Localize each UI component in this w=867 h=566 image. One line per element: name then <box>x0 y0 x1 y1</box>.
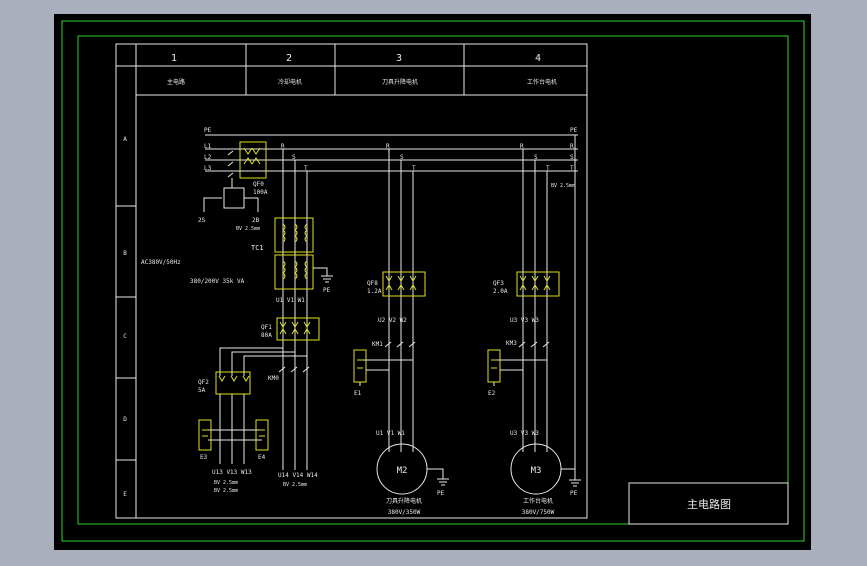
column-title: 冷却电机 <box>278 78 302 86</box>
column-title: 刀具升降电机 <box>382 78 418 86</box>
branch-label: 2S <box>198 217 206 224</box>
row-letter: C <box>123 333 127 340</box>
motor-m2-desc: 刀具升降电机 <box>386 497 422 505</box>
qf8-label: QF8 <box>367 280 378 287</box>
transformer-spec: 380/200V 35k VA <box>190 278 245 285</box>
breaker-output-terminals: U3 V3 W3 <box>510 317 539 324</box>
terminal-label: U13 V13 W13 <box>212 469 252 476</box>
qf3-label: QF3 <box>493 280 504 287</box>
km1-label: KM1 <box>372 341 383 348</box>
row-letter: D <box>123 416 127 423</box>
motor-m3-desc: 工作台电机 <box>523 497 553 505</box>
supply-spec: AC380V/50Hz <box>141 259 181 266</box>
column-number: 2 <box>286 53 292 64</box>
qf8-rating: 1.2A <box>367 288 382 295</box>
wire-note: BV 2.5mm <box>214 488 238 494</box>
bus-label-r: R <box>281 143 285 150</box>
schematic-drawing: 1 2 3 4 主电路 冷却电机 刀具升降电机 工作台电机 A B C D E … <box>54 14 811 550</box>
bus-label-s-right: S <box>570 154 574 161</box>
column-number: 4 <box>535 53 541 64</box>
bus-label-t-right: T <box>570 165 574 172</box>
ground-label: PE <box>437 490 445 497</box>
lamp-e2-label: E2 <box>488 390 496 397</box>
column-title: 工作台电机 <box>527 78 557 86</box>
wire-note: BV 2.5mm <box>283 482 307 488</box>
bus-label-t: T <box>546 165 550 172</box>
transformer-terminals: U1 V1 W1 <box>276 297 305 304</box>
bus-label-r-right: R <box>570 143 574 150</box>
transformer-label: TC1 <box>251 244 264 252</box>
motor-m2-terminals: U1 V1 W1 <box>376 430 405 437</box>
row-letter: B <box>123 250 127 257</box>
wire-note: BV 2.5mm <box>214 480 238 486</box>
motor-m2-rating: 380V/350W <box>388 509 421 516</box>
row-letter: A <box>123 136 127 143</box>
motor-m3-label: M3 <box>531 466 542 476</box>
motor-m3-terminals: U3 V3 W3 <box>510 430 539 437</box>
bus-label-pe: PE <box>204 127 212 134</box>
wire-note: BV 2.5mm <box>236 226 260 232</box>
column-number: 1 <box>171 53 177 64</box>
km0-label: KM0 <box>268 375 279 382</box>
qf1-rating: 80A <box>261 332 272 339</box>
drawing-title: 主电路图 <box>687 498 731 511</box>
qf2-rating: 5A <box>198 387 206 394</box>
bus-label-t: T <box>412 165 416 172</box>
bus-label-s: S <box>292 154 296 161</box>
ground-label: PE <box>323 287 331 294</box>
bus-label-l1: L1 <box>204 143 212 150</box>
column-number: 3 <box>396 53 402 64</box>
ground-label: PE <box>570 490 578 497</box>
row-letter: E <box>123 491 127 498</box>
bus-label-pe-right: PE <box>570 127 578 134</box>
wire-note: BV 2.5mm <box>551 183 575 189</box>
bus-label-s: S <box>400 154 404 161</box>
qf1-label: QF1 <box>261 324 272 331</box>
motor-m3-rating: 380V/750W <box>522 509 555 516</box>
qf0-rating: 100A <box>253 189 268 196</box>
drawing-sheet <box>54 14 811 550</box>
bus-label-r: R <box>520 143 524 150</box>
motor-m2-label: M2 <box>397 466 408 476</box>
lamp-e4-label: E4 <box>258 454 266 461</box>
bus-label-l2: L2 <box>204 154 212 161</box>
bus-label-l3: L3 <box>204 165 212 172</box>
lamp-e3-label: E3 <box>200 454 208 461</box>
qf2-label: QF2 <box>198 379 209 386</box>
terminal-label: U14 V14 W14 <box>278 472 318 479</box>
breaker-output-terminals: U2 V2 W2 <box>378 317 407 324</box>
bus-label-t: T <box>304 165 308 172</box>
bus-label-s: S <box>534 154 538 161</box>
qf0-label: QF0 <box>253 181 264 188</box>
lamp-e1-label: E1 <box>354 390 362 397</box>
km3-label: KM3 <box>506 340 517 347</box>
qf3-rating: 2.0A <box>493 288 508 295</box>
bus-label-r: R <box>386 143 390 150</box>
column-title: 主电路 <box>167 78 185 86</box>
branch-label: 2B <box>252 217 260 224</box>
cad-viewport: 1 2 3 4 主电路 冷却电机 刀具升降电机 工作台电机 A B C D E … <box>0 0 867 562</box>
